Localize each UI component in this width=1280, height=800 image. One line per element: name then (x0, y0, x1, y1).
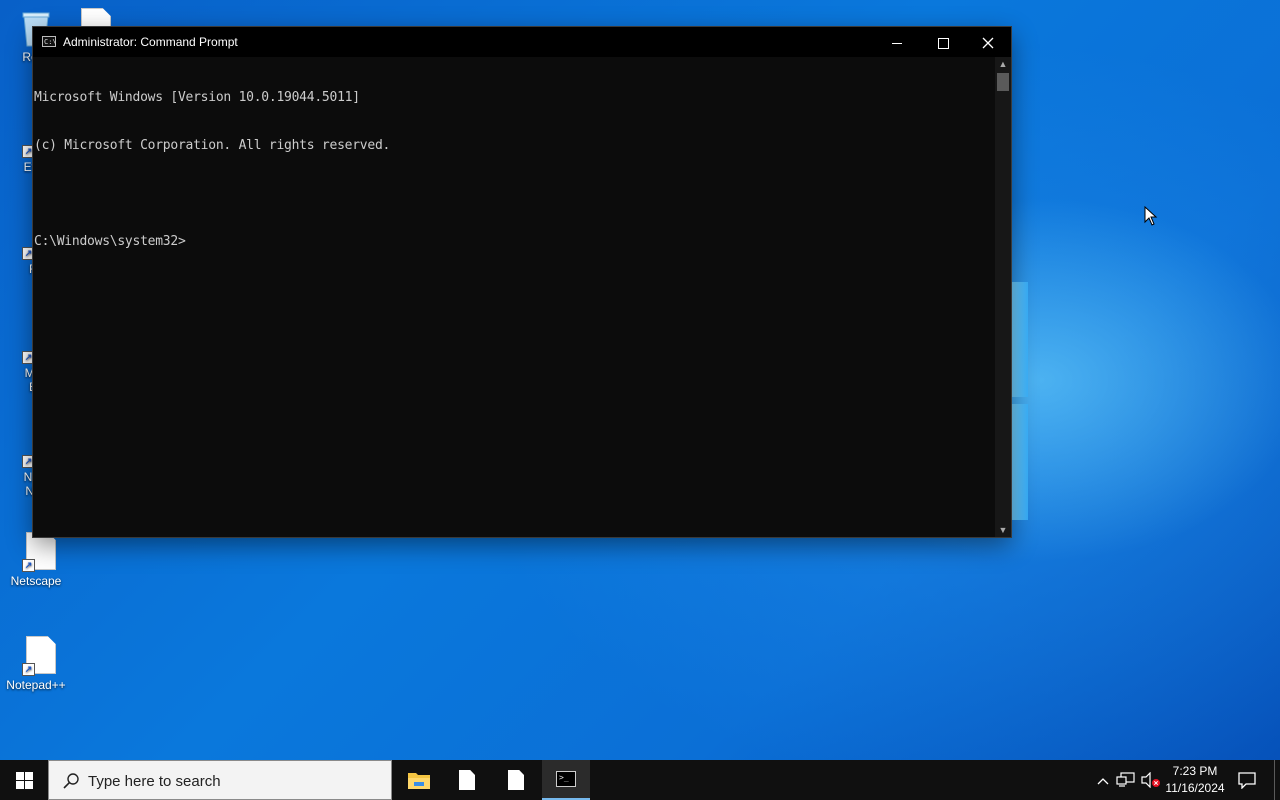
vertical-scrollbar[interactable]: ▲ ▼ (995, 57, 1011, 537)
volume-button[interactable] (1141, 771, 1161, 789)
desktop-icon-notepad-plus-plus[interactable]: ↗ Notepad++ (0, 636, 72, 692)
close-button[interactable] (965, 27, 1011, 57)
show-hidden-icons-button[interactable] (1094, 760, 1112, 800)
clock-time: 7:23 PM (1172, 764, 1218, 778)
network-icon (1116, 772, 1135, 787)
taskbar-document-2[interactable] (492, 760, 540, 800)
volume-muted-icon (1141, 771, 1160, 789)
document-icon: ↗ (20, 532, 56, 572)
start-button[interactable] (0, 760, 48, 800)
desktop-icon-label: Netscape (10, 574, 62, 588)
search-icon (63, 773, 79, 789)
file-explorer-icon (408, 773, 430, 789)
taskbar-file-explorer[interactable] (395, 760, 443, 800)
document-icon: ↗ (20, 636, 56, 676)
cmd-icon: C:\ (42, 36, 57, 47)
network-button[interactable] (1116, 772, 1136, 788)
window-title: Administrator: Command Prompt (63, 35, 238, 49)
scrollbar-thumb[interactable] (997, 73, 1009, 91)
notification-icon (1238, 772, 1256, 790)
console-line: (c) Microsoft Corporation. All rights re… (34, 138, 391, 153)
shortcut-arrow-icon: ↗ (22, 663, 35, 676)
document-icon (508, 770, 524, 790)
mouse-cursor-icon (1144, 206, 1158, 226)
action-center-button[interactable] (1237, 771, 1257, 790)
taskbar-command-prompt[interactable]: >_ (542, 760, 590, 800)
desktop-icon-netscape[interactable]: ↗ Netscape (0, 532, 72, 588)
desktop-icon-label: Notepad++ (6, 678, 66, 692)
taskbar-search-box[interactable]: Type here to search (48, 760, 392, 800)
show-desktop-button[interactable] (1274, 760, 1280, 800)
scroll-up-arrow-icon[interactable]: ▲ (995, 57, 1011, 71)
clock[interactable]: 7:23 PM 11/16/2024 (1162, 763, 1228, 797)
chevron-up-icon (1097, 777, 1109, 785)
command-prompt-window[interactable]: C:\ Administrator: Command Prompt Micros… (33, 27, 1011, 537)
search-placeholder: Type here to search (88, 773, 221, 790)
windows-logo-wallpaper (1010, 282, 1028, 520)
minimize-icon (892, 42, 902, 44)
shortcut-arrow-icon: ↗ (22, 559, 35, 572)
clock-date: 11/16/2024 (1165, 781, 1225, 795)
console-line: Microsoft Windows [Version 10.0.19044.50… (34, 90, 360, 105)
maximize-icon (937, 37, 949, 49)
document-icon (459, 770, 475, 790)
taskbar: Type here to search >_ 7:23 PM 11/16/202… (0, 760, 1280, 800)
scroll-down-arrow-icon[interactable]: ▼ (995, 523, 1011, 537)
minimize-button[interactable] (874, 27, 920, 57)
taskbar-document-1[interactable] (443, 760, 491, 800)
close-icon (982, 37, 994, 49)
console-output[interactable]: Microsoft Windows [Version 10.0.19044.50… (34, 57, 995, 537)
maximize-button[interactable] (920, 27, 966, 57)
command-prompt-line[interactable]: C:\Windows\system32> (34, 234, 995, 250)
title-bar[interactable]: C:\ Administrator: Command Prompt (33, 27, 1011, 57)
command-prompt-icon: >_ (556, 771, 576, 787)
